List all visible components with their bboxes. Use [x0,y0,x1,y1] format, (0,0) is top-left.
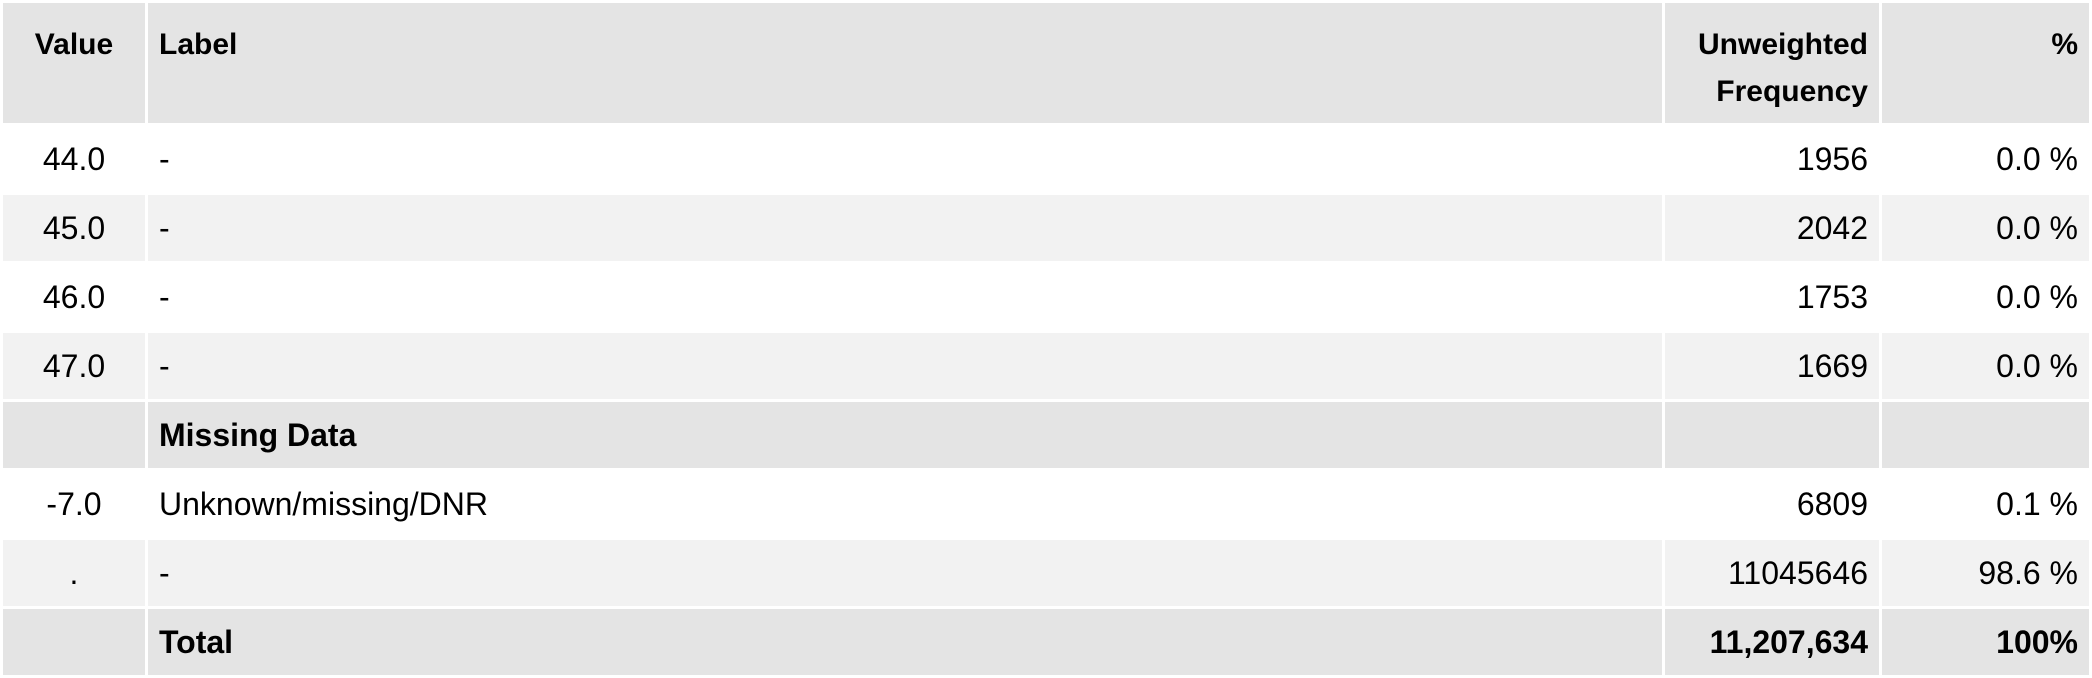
table-row: 45.0 - 2042 0.0 % [3,195,2089,261]
header-value: Value [3,3,145,123]
cell-percent [1882,402,2089,468]
table-row: 46.0 - 1753 0.0 % [3,264,2089,330]
cell-label: - [148,333,1662,399]
header-unweighted-frequency: Unweighted Frequency [1665,3,1879,123]
total-label: Total [148,609,1662,675]
cell-value: 44.0 [3,126,145,192]
cell-percent: 0.0 % [1882,333,2089,399]
cell-frequency: 1956 [1665,126,1879,192]
cell-label: - [148,126,1662,192]
total-percent: 100% [1882,609,2089,675]
cell-frequency: 2042 [1665,195,1879,261]
total-row: Total 11,207,634 100% [3,609,2089,675]
frequency-table: Value Label Unweighted Frequency % 44.0 … [0,0,2092,678]
cell-label: - [148,540,1662,606]
cell-value: . [3,540,145,606]
header-label: Label [148,3,1662,123]
cell-frequency: 11045646 [1665,540,1879,606]
cell-value: 46.0 [3,264,145,330]
cell-label: Unknown/missing/DNR [148,471,1662,537]
cell-frequency [1665,402,1879,468]
cell-label: - [148,264,1662,330]
total-frequency: 11,207,634 [1665,609,1879,675]
header-row: Value Label Unweighted Frequency % [3,3,2089,123]
table-row: 44.0 - 1956 0.0 % [3,126,2089,192]
cell-value: 45.0 [3,195,145,261]
cell-percent: 0.0 % [1882,126,2089,192]
table-row: 47.0 - 1669 0.0 % [3,333,2089,399]
cell-value [3,609,145,675]
cell-percent: 0.0 % [1882,264,2089,330]
missing-data-heading: Missing Data [148,402,1662,468]
table-row: . - 11045646 98.6 % [3,540,2089,606]
cell-label: - [148,195,1662,261]
cell-frequency: 1753 [1665,264,1879,330]
header-percent: % [1882,3,2089,123]
cell-value: 47.0 [3,333,145,399]
cell-frequency: 6809 [1665,471,1879,537]
table-row: -7.0 Unknown/missing/DNR 6809 0.1 % [3,471,2089,537]
cell-frequency: 1669 [1665,333,1879,399]
cell-percent: 0.0 % [1882,195,2089,261]
cell-percent: 0.1 % [1882,471,2089,537]
cell-value: -7.0 [3,471,145,537]
missing-data-section-row: Missing Data [3,402,2089,468]
cell-value [3,402,145,468]
cell-percent: 98.6 % [1882,540,2089,606]
